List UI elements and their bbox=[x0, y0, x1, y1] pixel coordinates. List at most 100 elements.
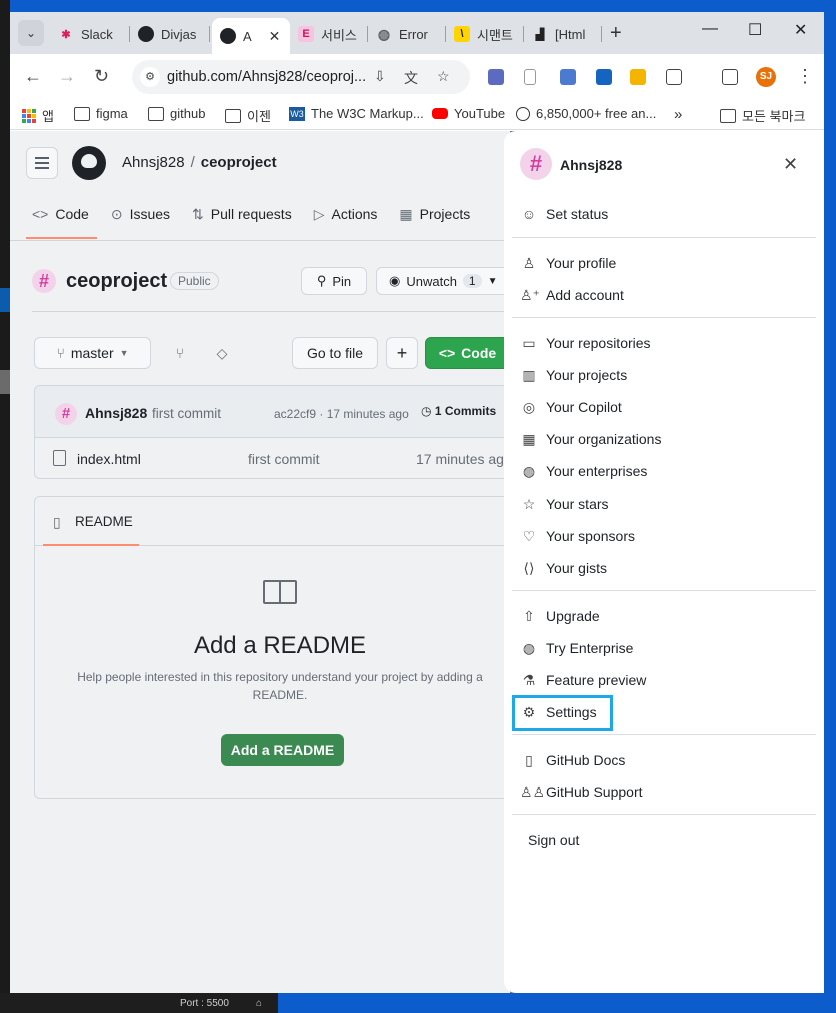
bookmark-w3c[interactable]: W3 The W3C Markup... bbox=[289, 106, 424, 121]
github-logo-icon[interactable] bbox=[72, 146, 106, 180]
menu-item-github-support[interactable]: ♙♙ GitHub Support bbox=[520, 778, 810, 806]
repo-name[interactable]: ceoproject bbox=[66, 270, 167, 293]
menu-item-add-account[interactable]: ♙⁺ Add account bbox=[520, 281, 810, 309]
menu-item-github-docs[interactable]: ▯ GitHub Docs bbox=[520, 746, 810, 774]
back-button[interactable]: ← bbox=[24, 66, 42, 87]
desktop-taskbar-area: Port : 5500 ⌂ bbox=[0, 993, 836, 1013]
tab-code[interactable]: <> Code bbox=[26, 201, 97, 239]
extension-icon[interactable] bbox=[560, 69, 576, 85]
bookmark-ezen[interactable]: 이젠 bbox=[225, 106, 271, 125]
file-commit-message[interactable]: first commit bbox=[248, 451, 320, 467]
omnibox[interactable]: ⚙ github.com/Ahnsj828/ceoproj... ⇩ 文 ☆ bbox=[132, 60, 470, 94]
menu-item-your-organizations[interactable]: ▦ Your organizations bbox=[520, 425, 810, 453]
table-row[interactable]: index.html first commit 17 minutes ago bbox=[35, 438, 513, 478]
tab-pull-requests[interactable]: ⇅ Pull requests bbox=[192, 201, 292, 227]
forward-button[interactable]: → bbox=[58, 66, 76, 87]
reload-button[interactable]: ↻ bbox=[94, 66, 109, 87]
tab-label: A bbox=[243, 28, 252, 44]
bookmark-github[interactable]: github bbox=[148, 106, 205, 121]
menu-item-your-projects[interactable]: ▥ Your projects bbox=[520, 361, 810, 389]
install-app-icon[interactable]: ⇩ bbox=[374, 68, 386, 85]
branches-icon[interactable]: ⑂ bbox=[166, 337, 194, 369]
maximize-button[interactable]: ☐ bbox=[748, 20, 762, 40]
menu-item-set-status[interactable]: ☺ Set status bbox=[520, 200, 810, 228]
bookmark-star-icon[interactable]: ☆ bbox=[437, 68, 450, 85]
menu-item-your-gists[interactable]: ⟨⟩ Your gists bbox=[520, 554, 810, 582]
menu-item-your-repositories[interactable]: ▭ Your repositories bbox=[520, 329, 810, 357]
file-name[interactable]: index.html bbox=[77, 451, 141, 467]
add-file-button[interactable]: + bbox=[386, 337, 418, 369]
commit-hash-time[interactable]: ac22cf9 · 17 minutes ago bbox=[274, 407, 409, 421]
more-menu-icon[interactable]: ⋮ bbox=[796, 66, 814, 87]
branch-selector[interactable]: ⑂ master ▼ bbox=[34, 337, 151, 369]
hamburger-menu-icon[interactable] bbox=[26, 147, 58, 179]
tab-active-github[interactable]: A ✕ bbox=[212, 18, 290, 54]
add-readme-button[interactable]: Add a README bbox=[221, 734, 344, 766]
breadcrumb-owner[interactable]: Ahnsj828 bbox=[122, 154, 185, 171]
address-bar-row: ← → ↻ ⚙ github.com/Ahnsj828/ceoproj... ⇩… bbox=[10, 54, 824, 100]
menu-item-your-copilot[interactable]: ◎ Your Copilot bbox=[520, 393, 810, 421]
repo-icon: ▭ bbox=[522, 334, 536, 351]
extensions-puzzle-icon[interactable] bbox=[666, 69, 682, 85]
tab-actions[interactable]: ▷ Actions bbox=[314, 201, 378, 227]
avatar[interactable]: # bbox=[32, 269, 56, 293]
device-icon[interactable] bbox=[524, 69, 536, 85]
go-to-file-button[interactable]: Go to file bbox=[292, 337, 378, 369]
bookmark-label: 이젠 bbox=[247, 109, 271, 124]
upload-icon: ⇧ bbox=[523, 607, 535, 624]
avatar[interactable]: # bbox=[55, 403, 77, 425]
close-window-button[interactable]: ✕ bbox=[794, 20, 807, 40]
site-info-icon[interactable]: ⚙ bbox=[140, 67, 160, 87]
new-tab-button[interactable]: + bbox=[610, 22, 622, 45]
port-status[interactable]: Port : 5500 bbox=[180, 998, 229, 1009]
more-bookmarks-chevron-icon[interactable]: » bbox=[674, 106, 682, 123]
visibility-badge: Public bbox=[170, 272, 219, 290]
extension-icon[interactable] bbox=[596, 69, 612, 85]
bell-icon[interactable]: ⌂ bbox=[256, 998, 262, 1009]
menu-item-sign-out[interactable]: Sign out bbox=[528, 826, 818, 854]
menu-item-your-profile[interactable]: ♙ Your profile bbox=[520, 249, 810, 277]
side-panel-icon[interactable] bbox=[722, 69, 738, 85]
code-icon: <> bbox=[438, 345, 456, 361]
minimize-button[interactable]: — bbox=[702, 20, 718, 38]
tab-error[interactable]: ◍ Error bbox=[368, 20, 446, 48]
commit-author[interactable]: Ahnsj828 bbox=[85, 405, 147, 421]
tab-service[interactable]: E 서비스 bbox=[290, 20, 368, 48]
tab-issues[interactable]: ⊙ Issues bbox=[111, 201, 170, 227]
menu-item-label: GitHub Docs bbox=[546, 752, 626, 768]
readme-tab[interactable]: ▯ README bbox=[35, 497, 515, 546]
commit-message[interactable]: first commit bbox=[152, 406, 221, 421]
translate-icon[interactable]: 文 bbox=[404, 68, 418, 88]
menu-item-your-stars[interactable]: ☆ Your stars bbox=[520, 490, 810, 518]
url-text[interactable]: github.com/Ahnsj828/ceoproj... bbox=[167, 69, 367, 85]
bookmark-all[interactable]: 모든 북마크 bbox=[720, 106, 805, 125]
tab-search-button[interactable]: ⌄ bbox=[18, 20, 44, 46]
tab-html[interactable]: ▟ [Html bbox=[524, 20, 602, 48]
issue-icon: ⊙ bbox=[110, 205, 123, 222]
tab-projects[interactable]: ▦ Projects bbox=[399, 201, 470, 227]
unwatch-button[interactable]: ◉ Unwatch 1 ▼ bbox=[376, 267, 510, 295]
extension-icon[interactable] bbox=[488, 69, 504, 85]
commits-link[interactable]: ◷ 1 Commits bbox=[421, 404, 496, 418]
tab-semantic[interactable]: \ 시맨트 bbox=[446, 20, 524, 48]
bookmark-youtube[interactable]: YouTube bbox=[432, 106, 505, 121]
profile-avatar[interactable]: SJ bbox=[756, 67, 776, 87]
extension-icon[interactable] bbox=[630, 69, 646, 85]
code-button[interactable]: <> Code bbox=[425, 337, 510, 369]
close-tab-icon[interactable]: ✕ bbox=[269, 28, 281, 45]
menu-item-feature-preview[interactable]: ⚗ Feature preview bbox=[520, 666, 810, 694]
menu-item-your-sponsors[interactable]: ♡ Your sponsors bbox=[520, 522, 810, 550]
tab-slack[interactable]: ✱ Slack bbox=[50, 20, 130, 48]
tag-icon[interactable]: ◇ bbox=[208, 337, 236, 369]
breadcrumb-repo[interactable]: ceoproject bbox=[201, 154, 277, 171]
star-icon: ☆ bbox=[522, 495, 536, 512]
bookmark-apps[interactable]: 앱 bbox=[22, 106, 54, 125]
menu-item-upgrade[interactable]: ⇧ Upgrade bbox=[520, 602, 810, 630]
bookmark-figma[interactable]: figma bbox=[74, 106, 128, 121]
close-icon[interactable]: ✕ bbox=[783, 154, 798, 175]
pin-button[interactable]: ⚲ Pin bbox=[301, 267, 367, 295]
bookmark-free[interactable]: 6,850,000+ free an... bbox=[516, 106, 656, 121]
menu-item-try-enterprise[interactable]: ◍ Try Enterprise bbox=[520, 634, 810, 662]
menu-item-your-enterprises[interactable]: ◍ Your enterprises bbox=[520, 457, 810, 485]
tab-divjas[interactable]: Divjas bbox=[130, 20, 210, 48]
